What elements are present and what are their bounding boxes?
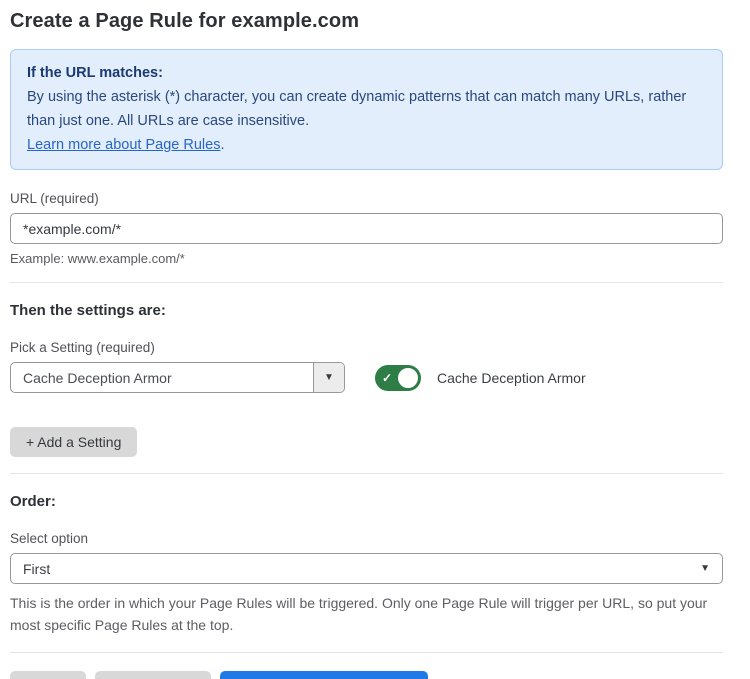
info-box-body: By using the asterisk (*) character, you… — [27, 85, 706, 133]
settings-section-heading: Then the settings are: — [10, 302, 723, 319]
setting-toggle-label: Cache Deception Armor — [437, 370, 586, 386]
setting-row: Cache Deception Armor ▼ ✓ Cache Deceptio… — [10, 362, 723, 393]
order-select-value: First — [23, 561, 50, 577]
divider — [10, 282, 723, 283]
page-rule-form: Create a Page Rule for example.com If th… — [0, 0, 750, 679]
url-field-label: URL (required) — [10, 191, 723, 206]
setting-picker-dropdown[interactable]: Cache Deception Armor ▼ — [10, 362, 345, 393]
setting-toggle[interactable]: ✓ — [375, 365, 421, 391]
setting-picker-label: Pick a Setting (required) — [10, 340, 723, 355]
url-helper-text: Example: www.example.com/* — [10, 251, 723, 266]
check-icon: ✓ — [382, 372, 392, 384]
learn-more-link[interactable]: Learn more about Page Rules — [27, 137, 220, 153]
divider — [10, 473, 723, 474]
save-deploy-button[interactable]: Save and Deploy Page Rule — [220, 671, 428, 679]
setting-picker-value: Cache Deception Armor — [11, 363, 313, 392]
order-select-label: Select option — [10, 531, 723, 546]
cancel-button[interactable]: Cancel — [10, 671, 86, 679]
chevron-down-icon: ▼ — [700, 563, 710, 574]
order-section-heading: Order: — [10, 493, 723, 510]
url-input[interactable] — [10, 213, 723, 244]
order-helper-text: This is the order in which your Page Rul… — [10, 592, 723, 636]
info-box-heading: If the URL matches: — [27, 61, 706, 85]
page-title: Create a Page Rule for example.com — [10, 10, 723, 33]
info-box-link-line: Learn more about Page Rules. — [27, 133, 706, 157]
link-suffix: . — [220, 137, 224, 153]
chevron-down-icon[interactable]: ▼ — [313, 363, 344, 392]
toggle-knob — [396, 366, 420, 390]
save-draft-button[interactable]: Save as Draft — [95, 671, 212, 679]
order-select[interactable]: First ▼ — [10, 553, 723, 584]
add-setting-button[interactable]: + Add a Setting — [10, 427, 137, 457]
footer-buttons: Cancel Save as Draft Save and Deploy Pag… — [10, 671, 723, 679]
url-match-info-box: If the URL matches: By using the asteris… — [10, 49, 723, 170]
divider — [10, 652, 723, 653]
